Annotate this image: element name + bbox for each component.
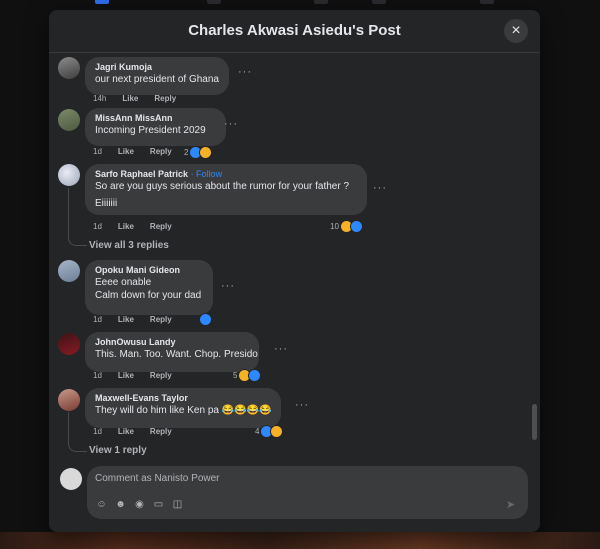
camera-icon[interactable]: ◉ [134,499,145,510]
like-button[interactable]: Like [118,371,134,380]
laugh-reaction-icon [199,145,213,159]
comment-text: Calm down for your dad [95,290,202,301]
comment-author[interactable]: Opoku Mani Gideon [95,264,203,276]
comment-actions: 1d Like Reply [93,315,188,324]
reaction-count: 2 [184,147,189,157]
comment-author[interactable]: Jagri Kumoja [95,61,219,73]
comment-text: our next president of Ghana [95,74,219,85]
more-options-icon[interactable]: ··· [295,399,309,411]
reaction-summary[interactable] [198,312,212,326]
like-reaction-icon [199,312,212,326]
reaction-summary[interactable]: 5 [233,368,262,382]
comment-bubble: Jagri Kumoja our next president of Ghana [85,57,229,95]
comment-time[interactable]: 14h [93,94,106,103]
more-options-icon[interactable]: ··· [224,118,238,130]
dialog-header: Charles Akwasi Asiedu's Post × [49,10,540,53]
marketplace-tab-icon[interactable] [372,0,386,4]
close-icon[interactable]: × [504,19,528,43]
reaction-count: 5 [233,370,238,380]
like-reaction-icon [248,368,262,382]
home-tab-icon[interactable] [95,0,109,4]
comment-input[interactable]: Comment as Nanisto Power [95,473,220,484]
sticker-icon[interactable]: ◫ [172,499,183,510]
reaction-summary[interactable]: 10 [330,219,363,233]
current-user-avatar[interactable] [60,468,82,490]
reply-button[interactable]: Reply [150,222,172,231]
comment-text: So are you guys serious about the rumor … [95,181,350,192]
composer-tools: ☺ ☻ ◉ ▭ ◫ [96,499,183,511]
comment-actions: 1d Like Reply [93,371,188,380]
gif-icon[interactable]: ▭ [153,499,164,510]
comment-author[interactable]: MissAnn MissAnn [95,112,216,124]
comment-actions: 1d Like Reply [93,147,188,156]
avatar[interactable] [58,109,80,131]
comment-time[interactable]: 1d [93,427,102,436]
like-button[interactable]: Like [118,427,134,436]
view-replies-link[interactable]: View 1 reply [89,445,147,456]
groups-tab-icon[interactable] [480,0,494,4]
comment-bubble: Maxwell-Evans Taylor They will do him li… [85,388,281,428]
comment-author-name[interactable]: Sarfo Raphael Patrick [95,169,188,179]
reply-button[interactable]: Reply [150,147,172,156]
comment-actions: 1d Like Reply [93,222,188,231]
more-options-icon[interactable]: ··· [274,343,288,355]
comment-time[interactable]: 1d [93,222,102,231]
avatar-sticker-icon[interactable]: ☺ [96,499,107,510]
view-replies-link[interactable]: View all 3 replies [89,240,169,251]
emoji-icon[interactable]: ☻ [115,499,126,510]
avatar[interactable] [58,164,80,186]
laugh-reaction-icon [270,424,284,438]
comment-actions: 14h Like Reply [93,94,192,103]
comment-time[interactable]: 1d [93,315,102,324]
follow-link[interactable]: · Follow [191,169,223,179]
more-options-icon[interactable]: ··· [221,280,235,292]
comment-author[interactable]: JohnOwusu Landy [95,336,249,348]
like-button[interactable]: Like [118,222,134,231]
comment-actions: 1d Like Reply [93,427,188,436]
comment-bubble: MissAnn MissAnn Incoming President 2029 [85,108,226,146]
like-button[interactable]: Like [122,94,138,103]
friends-tab-icon[interactable] [207,0,221,4]
reply-thread-line [68,188,87,246]
background-post-image [0,532,600,549]
comment-author[interactable]: Maxwell-Evans Taylor [95,392,271,404]
reply-button[interactable]: Reply [154,94,176,103]
reaction-summary[interactable]: 4 [255,424,284,438]
reply-button[interactable]: Reply [150,315,172,324]
avatar[interactable] [58,389,80,411]
more-options-icon[interactable]: ··· [373,182,387,194]
reaction-count: 10 [330,221,339,231]
comment-bubble: Opoku Mani Gideon Eeee onable Calm down … [85,260,213,315]
reaction-summary[interactable]: 2 [184,145,213,159]
comment-time[interactable]: 1d [93,147,102,156]
top-nav-strip [0,0,600,6]
comment-time[interactable]: 1d [93,371,102,380]
reply-button[interactable]: Reply [150,371,172,380]
comment-author: Sarfo Raphael Patrick · Follow [95,168,357,180]
avatar[interactable] [58,333,80,355]
comment-bubble: JohnOwusu Landy This. Man. Too. Want. Ch… [85,332,259,372]
comment-text: This. Man. Too. Want. Chop. Presido [95,349,258,360]
comment-text: They will do him like Ken pa 😂😂😂😂 [95,405,272,416]
like-reaction-icon [349,219,363,233]
avatar[interactable] [58,260,80,282]
like-button[interactable]: Like [118,147,134,156]
comment-bubble: Sarfo Raphael Patrick · Follow So are yo… [85,164,367,215]
comment-text: Incoming President 2029 [95,125,206,136]
scrollbar-thumb[interactable] [532,404,537,440]
comment-text: Eeee onable [95,277,152,288]
watch-tab-icon[interactable] [314,0,328,4]
reply-button[interactable]: Reply [150,427,172,436]
dialog-title: Charles Akwasi Asiedu's Post [188,22,401,39]
reply-thread-line [68,412,87,452]
send-icon[interactable]: ➤ [506,498,515,511]
reaction-count: 4 [255,426,260,436]
comment-text: Eiiiiiii [95,198,118,209]
avatar[interactable] [58,57,80,79]
like-button[interactable]: Like [118,315,134,324]
comment-composer[interactable]: Comment as Nanisto Power ☺ ☻ ◉ ▭ ◫ ➤ [87,466,528,519]
more-options-icon[interactable]: ··· [238,66,252,78]
